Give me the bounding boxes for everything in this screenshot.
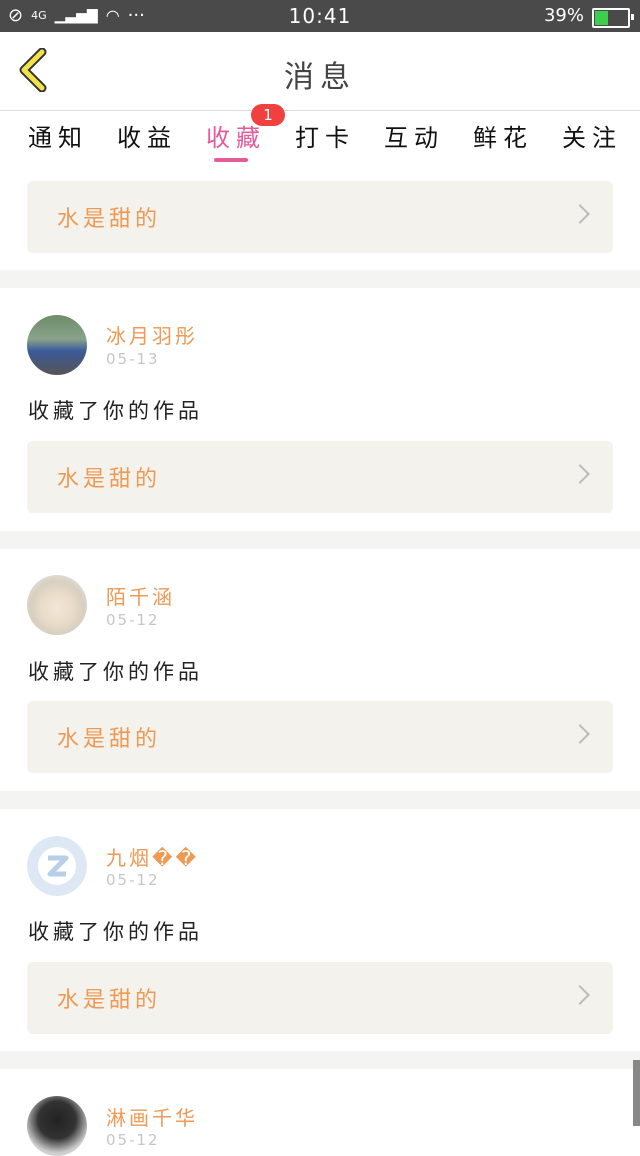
- divider: [0, 531, 640, 549]
- favorites-count-badge: 1: [251, 104, 285, 126]
- tab-checkin[interactable]: 打卡: [295, 118, 355, 153]
- active-tab-indicator: [214, 158, 248, 162]
- user-name[interactable]: 冰月羽彤: [106, 320, 198, 349]
- message-date: 05-13: [106, 350, 160, 368]
- divider: [0, 1051, 640, 1069]
- chevron-right-icon: [570, 724, 590, 744]
- battery-percent: 39%: [543, 5, 584, 26]
- tab-follow[interactable]: 关注: [562, 118, 622, 153]
- work-card[interactable]: 水是甜的: [27, 181, 613, 253]
- divider: [0, 270, 640, 288]
- user-name[interactable]: 淋画千华: [106, 1102, 198, 1131]
- tab-notify[interactable]: 通知: [28, 118, 88, 153]
- message-date: 05-12: [106, 871, 160, 889]
- status-bar: ⊘ 4G ▁▃▅▇ ◠ ··· 10:41 39%: [0, 0, 640, 32]
- header: 消息: [0, 32, 640, 111]
- tab-income[interactable]: 收益: [117, 118, 177, 153]
- message-date: 05-12: [106, 611, 160, 629]
- work-card[interactable]: 水是甜的: [27, 441, 613, 513]
- page-title: 消息: [284, 60, 356, 95]
- avatar[interactable]: [27, 575, 87, 635]
- user-name[interactable]: 陌千涵: [106, 581, 175, 610]
- message-date: 05-12: [106, 1131, 160, 1149]
- message-text: 收藏了你的作品: [28, 660, 203, 684]
- avatar[interactable]: [27, 1096, 87, 1156]
- chevron-right-icon: [570, 464, 590, 484]
- work-title: 水是甜的: [57, 467, 162, 492]
- message-text: 收藏了你的作品: [28, 399, 203, 423]
- work-card[interactable]: 水是甜的: [27, 962, 613, 1034]
- work-title: 水是甜的: [57, 727, 162, 752]
- message-text: 收藏了你的作品: [28, 920, 203, 944]
- divider: [0, 791, 640, 809]
- tab-flowers[interactable]: 鲜花: [473, 118, 533, 153]
- avatar[interactable]: [27, 315, 87, 375]
- tab-interact[interactable]: 互动: [384, 118, 444, 153]
- work-card[interactable]: 水是甜的: [27, 701, 613, 773]
- work-title: 水是甜的: [57, 207, 162, 232]
- user-name[interactable]: 九烟��: [106, 842, 199, 871]
- work-title: 水是甜的: [57, 988, 162, 1013]
- scrollbar[interactable]: [633, 1060, 640, 1126]
- tab-bar: 通知 收益 收藏 打卡 互动 鲜花 关注: [0, 110, 640, 162]
- chevron-right-icon: [570, 985, 590, 1005]
- battery-icon: [592, 8, 634, 28]
- chevron-right-icon: [570, 204, 590, 224]
- default-avatar-icon[interactable]: [27, 836, 87, 896]
